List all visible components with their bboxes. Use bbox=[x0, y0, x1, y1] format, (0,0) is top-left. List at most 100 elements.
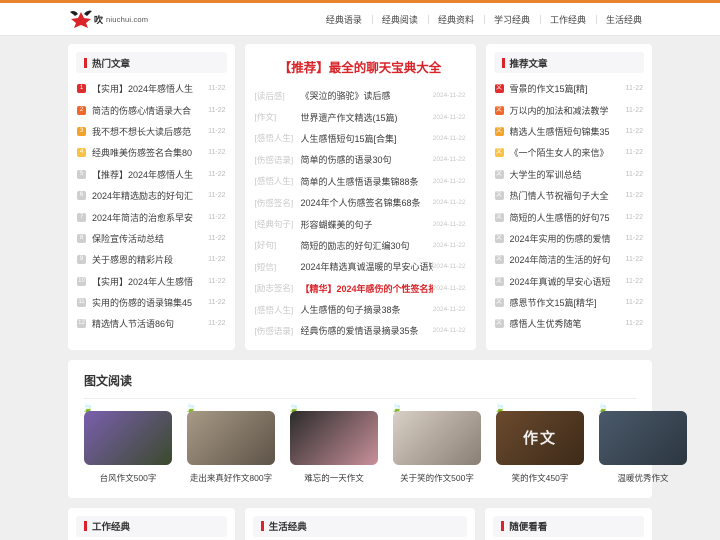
list-item-title[interactable]: 【实用】2024年感悟人生 bbox=[92, 82, 204, 95]
list-item[interactable]: 2 简洁的伤感心情语录大合 11-22 bbox=[77, 99, 226, 120]
featured-item-category[interactable]: [伤感签名] bbox=[255, 197, 301, 209]
gallery-caption[interactable]: 笑的作文450字 bbox=[496, 465, 584, 484]
featured-item-title[interactable]: 2024年精选真诚温暖的早安心语短信35条 bbox=[301, 260, 433, 273]
list-item[interactable]: 1 【实用】2024年感悟人生 11-22 bbox=[77, 78, 226, 99]
featured-item-title[interactable]: 【精华】2024年感伤的个性签名摘录86 bbox=[301, 282, 433, 295]
featured-title[interactable]: 【推荐】最全的聊天宝典大全 bbox=[245, 44, 476, 85]
featured-list-item[interactable]: [短信]2024年精选真诚温暖的早安心语短信35条2024-11-22 bbox=[255, 256, 466, 277]
list-item-title[interactable]: 【实用】2024年人生感悟 bbox=[92, 275, 204, 288]
list-item[interactable]: 12 精选情人节活语86句 11-22 bbox=[77, 313, 226, 334]
list-item[interactable]: 文 2024年简洁的生活的好句 11-22 bbox=[494, 249, 643, 270]
featured-list-item[interactable]: [读后感] 《哭泣的骆驼》读后感 2024-11-22 bbox=[255, 85, 466, 106]
gallery-item[interactable]: 🍃 台风作文500字 bbox=[82, 403, 172, 484]
featured-item-category[interactable]: [伤感语录] bbox=[255, 154, 301, 166]
featured-item-title[interactable]: 人生感悟短句15篇[合集] bbox=[301, 132, 433, 145]
list-item[interactable]: 文热门情人节祝福句子大全 11-22 bbox=[494, 185, 643, 206]
list-item-title[interactable]: 大学生的军训总结 bbox=[510, 168, 622, 181]
featured-item-category[interactable]: [好句] bbox=[255, 239, 301, 251]
nav-item-5[interactable]: 工作经典 bbox=[539, 13, 596, 26]
list-item-title[interactable]: 感悟人生优秀随笔 bbox=[510, 317, 622, 330]
list-item[interactable]: 3 我不想不想长大读后感范 11-22 bbox=[77, 121, 226, 142]
gallery-thumbnail[interactable] bbox=[290, 410, 378, 465]
featured-list-item[interactable]: [感悟人生] 简单的人生感悟语录集锦88条 2024-11-22 bbox=[255, 171, 466, 192]
list-item[interactable]: 文大学生的军训总结 11-22 bbox=[494, 164, 643, 185]
gallery-thumbnail[interactable] bbox=[187, 410, 275, 465]
gallery-thumbnail[interactable] bbox=[599, 410, 687, 465]
list-item-title[interactable]: 简短的人生感悟的好句75 bbox=[510, 211, 622, 224]
featured-list-item[interactable]: [感悟人生] 人生感悟短句15篇[合集] 2024-11-22 bbox=[255, 128, 466, 149]
list-item-title[interactable]: 2024年简洁的治愈系早安 bbox=[92, 211, 204, 224]
list-item[interactable]: 4 经典唯美伤感签名合集80 11-22 bbox=[77, 142, 226, 163]
featured-item-category[interactable]: [感悟人生] bbox=[255, 304, 301, 316]
list-item[interactable]: 11 实用的伤感的语录锦集45 11-22 bbox=[77, 292, 226, 313]
list-item[interactable]: 文 2024年真诚的早安心语短 11-22 bbox=[494, 271, 643, 292]
featured-item-title[interactable]: 简单的人生感悟语录集锦88条 bbox=[301, 175, 433, 188]
list-item-title[interactable]: 《一个陌生女人的来信》 bbox=[510, 146, 622, 159]
list-item-title[interactable]: 我不想不想长大读后感范 bbox=[92, 125, 204, 138]
list-item[interactable]: 8 保险宣传活动总结 11-22 bbox=[77, 228, 226, 249]
list-item[interactable]: 文 2024年实用的伤感的爱情 11-22 bbox=[494, 228, 643, 249]
gallery-thumbnail[interactable]: 作文 bbox=[496, 410, 584, 465]
list-item-title[interactable]: 关于感恩的精彩片段 bbox=[92, 253, 204, 266]
featured-item-title[interactable]: 经典伤感的爱情语录摘录35条 bbox=[301, 324, 433, 337]
featured-item-category[interactable]: [感悟人生] bbox=[255, 175, 301, 187]
site-logo[interactable]: 吹 niuchui.com bbox=[68, 9, 148, 29]
featured-list-item[interactable]: [伤感语录] 简单的伤感的语录30句 2024-11-22 bbox=[255, 149, 466, 170]
list-item-title[interactable]: 【推荐】2024年感悟人生 bbox=[92, 168, 204, 181]
list-item-title[interactable]: 精选人生感悟短句锦集35 bbox=[510, 125, 622, 138]
list-item[interactable]: 文《一个陌生女人的来信》 11-22 bbox=[494, 142, 643, 163]
list-item[interactable]: 文万以内的加法和减法教学 11-22 bbox=[494, 99, 643, 120]
gallery-caption[interactable]: 温暖优秀作文 bbox=[599, 465, 687, 484]
gallery-thumbnail[interactable] bbox=[84, 410, 172, 465]
list-item-title[interactable]: 2024年简洁的生活的好句 bbox=[510, 253, 622, 266]
list-item-title[interactable]: 万以内的加法和减法教学 bbox=[510, 104, 622, 117]
featured-item-title[interactable]: 《哭泣的骆驼》读后感 bbox=[301, 89, 433, 102]
gallery-item[interactable]: 🍃 关于笑的作文500字 bbox=[391, 403, 481, 484]
featured-list-item[interactable]: [感悟人生] 人生感悟的句子摘录38条 2024-11-22 bbox=[255, 299, 466, 320]
featured-list-item[interactable]: [励志签名]【精华】2024年感伤的个性签名摘录862024-11-22 bbox=[255, 278, 466, 299]
featured-item-title[interactable]: 简单的伤感的语录30句 bbox=[301, 153, 433, 166]
list-item[interactable]: 文简短的人生感悟的好句75 11-22 bbox=[494, 206, 643, 227]
list-item-title[interactable]: 2024年真诚的早安心语短 bbox=[510, 275, 622, 288]
list-item[interactable]: 文感恩节作文15篇[精华] 11-22 bbox=[494, 292, 643, 313]
list-item[interactable]: 6 2024年精选励志的好句汇 11-22 bbox=[77, 185, 226, 206]
list-item-title[interactable]: 2024年实用的伤感的爱情 bbox=[510, 232, 622, 245]
list-item[interactable]: 文精选人生感悟短句锦集35 11-22 bbox=[494, 121, 643, 142]
gallery-item[interactable]: 🍃 走出来真好作文800字 bbox=[185, 403, 275, 484]
list-item-title[interactable]: 简洁的伤感心情语录大合 bbox=[92, 104, 204, 117]
featured-item-category[interactable]: [读后感] bbox=[255, 90, 301, 102]
list-item-title[interactable]: 2024年精选励志的好句汇 bbox=[92, 189, 204, 202]
nav-item-3[interactable]: 经典资料 bbox=[427, 13, 484, 26]
gallery-item[interactable]: 🍃 温暖优秀作文 bbox=[597, 403, 687, 484]
gallery-caption[interactable]: 走出来真好作文800字 bbox=[187, 465, 275, 484]
list-item-title[interactable]: 雪景的作文15篇[精] bbox=[510, 82, 622, 95]
featured-list-item[interactable]: [伤感语录] 经典伤感的爱情语录摘录35条 2024-11-22 bbox=[255, 320, 466, 341]
list-item[interactable]: 5 【推荐】2024年感悟人生 11-22 bbox=[77, 164, 226, 185]
gallery-thumbnail[interactable] bbox=[393, 410, 481, 465]
gallery-caption[interactable]: 关于笑的作文500字 bbox=[393, 465, 481, 484]
featured-item-category[interactable]: [励志签名] bbox=[255, 282, 301, 294]
featured-item-title[interactable]: 世界遗产作文精选(15篇) bbox=[301, 111, 433, 124]
featured-list-item[interactable]: [经典句子] 形容蝴蝶美的句子 2024-11-22 bbox=[255, 213, 466, 234]
featured-item-title[interactable]: 形容蝴蝶美的句子 bbox=[301, 218, 433, 231]
list-item[interactable]: 9 关于感恩的精彩片段 11-22 bbox=[77, 249, 226, 270]
list-item[interactable]: 7 2024年简洁的治愈系早安 11-22 bbox=[77, 206, 226, 227]
featured-item-title[interactable]: 人生感悟的句子摘录38条 bbox=[301, 303, 433, 316]
featured-item-category[interactable]: [伤感语录] bbox=[255, 325, 301, 337]
list-item[interactable]: 文雪景的作文15篇[精] 11-22 bbox=[494, 78, 643, 99]
featured-item-category[interactable]: [经典句子] bbox=[255, 218, 301, 230]
gallery-item[interactable]: 🍃 作文 笑的作文450字 bbox=[494, 403, 584, 484]
list-item[interactable]: 文感悟人生优秀随笔 11-22 bbox=[494, 313, 643, 334]
featured-item-category[interactable]: [作文] bbox=[255, 111, 301, 123]
list-item-title[interactable]: 经典唯美伤感签名合集80 bbox=[92, 146, 204, 159]
list-item[interactable]: 10 【实用】2024年人生感悟 11-22 bbox=[77, 271, 226, 292]
list-item-title[interactable]: 保险宣传活动总结 bbox=[92, 232, 204, 245]
nav-item-2[interactable]: 经典阅读 bbox=[371, 13, 428, 26]
gallery-caption[interactable]: 台风作文500字 bbox=[84, 465, 172, 484]
list-item-title[interactable]: 感恩节作文15篇[精华] bbox=[510, 296, 622, 309]
featured-list-item[interactable]: [伤感签名] 2024年个人伤感签名锦集68条 2024-11-22 bbox=[255, 192, 466, 213]
featured-item-title[interactable]: 简短的励志的好句汇编30句 bbox=[301, 239, 433, 252]
list-item-title[interactable]: 实用的伤感的语录锦集45 bbox=[92, 296, 204, 309]
featured-list-item[interactable]: [好句] 简短的励志的好句汇编30句 2024-11-22 bbox=[255, 235, 466, 256]
nav-item-4[interactable]: 学习经典 bbox=[483, 13, 540, 26]
